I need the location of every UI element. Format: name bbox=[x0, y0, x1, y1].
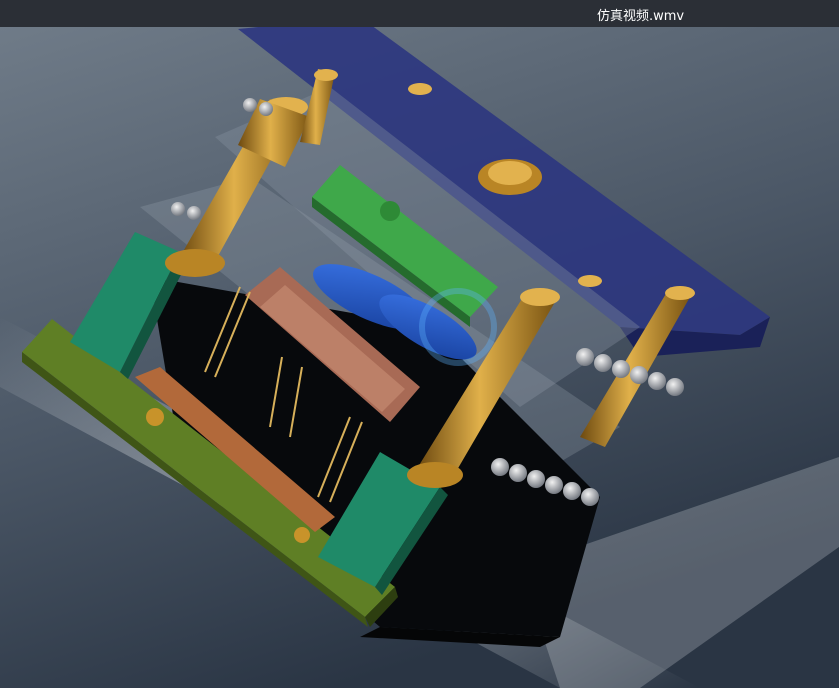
video-viewport[interactable] bbox=[0, 27, 839, 688]
mold-render bbox=[0, 27, 839, 688]
title-bar: 仿真视频.wmv bbox=[0, 0, 839, 27]
video-player-window: 仿真视频.wmv bbox=[0, 0, 839, 688]
video-title: 仿真视频.wmv bbox=[597, 9, 685, 24]
